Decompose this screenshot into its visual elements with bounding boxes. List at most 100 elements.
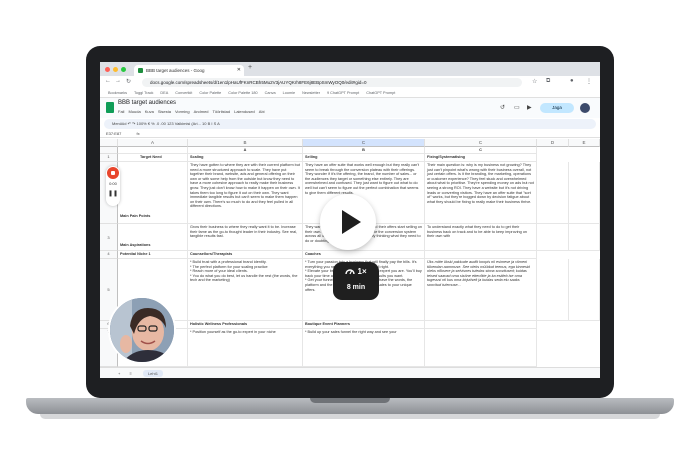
menu-item[interactable]: Tööriistad [213, 109, 231, 114]
playback-info-pill[interactable]: 1× 8 min [333, 262, 379, 300]
sheet-cell[interactable]: Holistic Wellness Professionals [188, 321, 303, 329]
sheet-cell[interactable]: Their main question is: why is my busine… [425, 162, 537, 224]
column-header[interactable]: C [303, 139, 425, 147]
sheet-cell[interactable]: * Position yourself as the go-to expert … [188, 329, 303, 367]
cell-reference[interactable]: E37:E87 [106, 131, 121, 136]
sheet-cell[interactable]: Boutique Event Planners [303, 321, 425, 329]
browser-menu-icon[interactable]: ⋮ [586, 78, 592, 85]
sheet-cell[interactable]: Counsellors/Therapists [188, 251, 303, 259]
minimize-window-icon[interactable] [113, 67, 118, 72]
sheet-cell[interactable] [569, 259, 600, 321]
sheet-cell[interactable] [569, 224, 600, 251]
reload-icon[interactable]: ↻ [126, 78, 131, 85]
sheet-cell[interactable]: * Build trust with a professional brand … [188, 259, 303, 321]
column-header[interactable]: A [118, 139, 188, 147]
select-all-corner[interactable] [100, 139, 118, 147]
sheet-cell[interactable]: Potential Niche 1 [118, 251, 188, 259]
sheet-cell[interactable] [425, 329, 537, 367]
play-button[interactable] [320, 194, 376, 250]
sheet-cell[interactable]: * Build up your sales funnel the right w… [303, 329, 425, 367]
close-tab-icon[interactable]: ✕ [237, 65, 241, 76]
maximize-window-icon[interactable] [121, 67, 126, 72]
bookmark-item[interactable]: Canva [265, 89, 276, 97]
sheet-cell[interactable] [537, 259, 569, 321]
sheet-cell[interactable]: To understand exactly what they need to … [425, 224, 537, 251]
sheet-cell[interactable] [537, 224, 569, 251]
browser-tab[interactable]: BBB target audiences - Goog ✕ [134, 65, 244, 76]
menu-item[interactable]: Muuda [128, 109, 140, 114]
sheets-logo-icon[interactable] [106, 102, 114, 113]
extensions-icon[interactable]: ⧉ [546, 78, 550, 85]
profile-icon[interactable]: ● [570, 78, 574, 84]
sheet-cell[interactable]: Grow their business to where they really… [188, 224, 303, 251]
url-input[interactable]: docs.google.com/spreadsheets/d/1en1lpHaU… [142, 78, 522, 87]
sheet-cell[interactable] [537, 162, 569, 224]
sheet-tabs-bar: + ≡ Leht1 [100, 367, 600, 378]
browser-tab-bar: BBB target audiences - Goog ✕ + [100, 62, 600, 76]
row-header[interactable]: 4 [100, 251, 118, 259]
menu-item[interactable]: Abi [259, 109, 265, 114]
forward-icon[interactable]: → [115, 78, 121, 84]
add-sheet-icon[interactable]: + [118, 371, 120, 376]
sheet-cell[interactable]: Scaling [188, 154, 303, 162]
pause-icon[interactable]: ❚❚ [106, 190, 120, 197]
document-title[interactable]: BBB target audiences [118, 100, 176, 106]
sheet-cell[interactable]: C [425, 147, 537, 154]
playback-speed[interactable]: 1× [333, 266, 379, 276]
sheet-cell[interactable]: Üks mitte ükski pakkude audiit koopis ni… [425, 259, 537, 321]
row-header[interactable]: 1 [100, 154, 118, 162]
sheet-cell[interactable] [425, 251, 537, 259]
row-header[interactable] [100, 147, 118, 154]
menu-item[interactable]: Kuva [145, 109, 154, 114]
back-icon[interactable]: ← [105, 78, 111, 84]
comment-icon[interactable]: ▭ [514, 104, 520, 111]
bookmark-star-icon[interactable]: ☆ [532, 78, 537, 85]
sheet-cell[interactable]: Target Need [118, 154, 188, 162]
sheet-tab[interactable]: Leht1 [142, 370, 163, 377]
sheet-cell[interactable]: Selling [303, 154, 425, 162]
sheet-cell[interactable] [118, 147, 188, 154]
sheet-cell[interactable] [569, 162, 600, 224]
bookmark-item[interactable]: Bookmarks [108, 89, 127, 97]
sheet-cell[interactable]: Main Aspirations [118, 224, 188, 251]
bookmark-item[interactable]: DEA [160, 89, 168, 97]
row-header[interactable]: 3 [100, 224, 118, 251]
meet-icon[interactable]: ▶ [527, 104, 532, 111]
new-tab-icon[interactable]: + [248, 64, 252, 71]
bookmark-item[interactable]: ChatGPT Prompt [366, 89, 395, 97]
stop-recording-button[interactable] [107, 167, 119, 179]
video-duration: 8 min [346, 284, 366, 291]
bookmark-item[interactable]: Convertkit [175, 89, 192, 97]
speed-gauge-icon [345, 269, 356, 275]
bookmark-item[interactable]: Color Palette [199, 89, 221, 97]
bookmark-item[interactable]: 9 ChatGPT Prompt [327, 89, 359, 97]
sheet-cell[interactable]: Coaches [303, 251, 425, 259]
column-header[interactable]: D [537, 139, 569, 147]
menu-item[interactable]: Vorming [175, 109, 190, 114]
column-header[interactable]: B [188, 139, 303, 147]
history-icon[interactable]: ↺ [500, 104, 505, 111]
sheet-cell[interactable]: Main Pain Points [118, 162, 188, 224]
sheet-cell[interactable]: B [303, 147, 425, 154]
formatting-toolbar[interactable]: Menüüd ↶ ↷ 100% € % .0 .00 123 Vaikimisi… [104, 119, 596, 129]
sheet-cell[interactable]: Fixing/Systematising [425, 154, 537, 162]
user-avatar[interactable] [580, 103, 590, 113]
sheet-cell[interactable]: A [188, 147, 303, 154]
sheet-cell[interactable]: They have gotten to where they are with … [188, 162, 303, 224]
all-sheets-icon[interactable]: ≡ [129, 371, 131, 376]
menu-item[interactable]: Fail [118, 109, 124, 114]
webcam-bubble[interactable] [108, 296, 176, 364]
bookmark-item[interactable]: Newsletter [302, 89, 320, 97]
bookmark-item[interactable]: Loomie [283, 89, 295, 97]
sheet-cell[interactable] [425, 321, 537, 329]
bookmark-item[interactable]: Color Palette 180 [228, 89, 257, 97]
column-header[interactable]: C [425, 139, 537, 147]
share-button[interactable]: Jaga [540, 103, 574, 113]
close-window-icon[interactable] [105, 67, 110, 72]
formula-bar: E37:E87 fx [100, 130, 600, 138]
menu-item[interactable]: Sisesta [158, 109, 171, 114]
menu-item[interactable]: Andmed [194, 109, 209, 114]
bookmark-item[interactable]: Toggl Track [134, 89, 153, 97]
menu-item[interactable]: Laiendused [234, 109, 255, 114]
column-header[interactable]: E [569, 139, 600, 147]
